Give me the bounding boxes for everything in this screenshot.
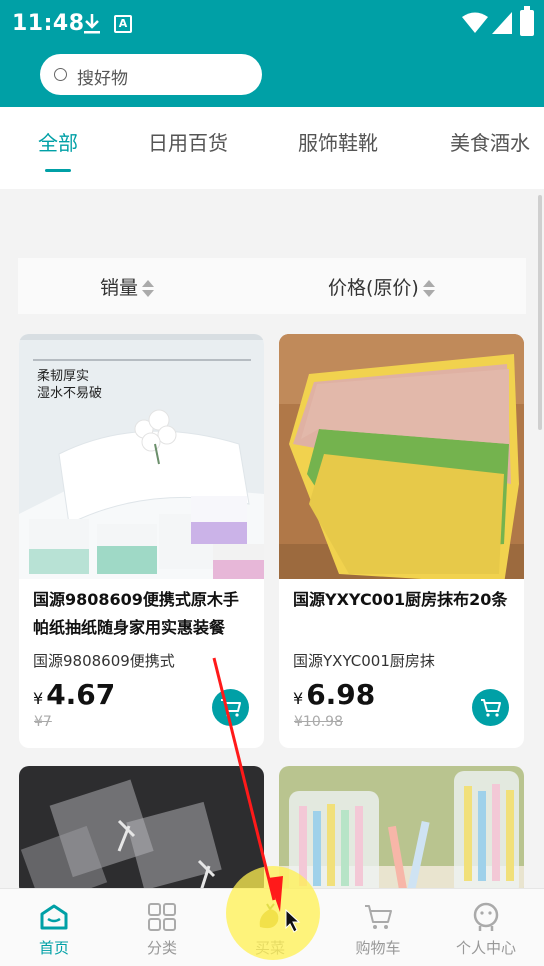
tab-food-drinks[interactable]: 美食酒水	[450, 127, 530, 156]
product-image: 柔韧厚实 湿水不易破	[19, 334, 264, 579]
product-price: ¥4.67	[33, 678, 115, 711]
sort-by-sales[interactable]: 销量	[100, 273, 155, 300]
image-caption-2: 湿水不易破	[37, 386, 102, 401]
sort-sales-label: 销量	[100, 277, 139, 299]
cart-icon	[365, 905, 392, 929]
profile-icon	[473, 902, 499, 931]
app-header: 11:48 A 搜好物	[0, 0, 544, 107]
download-icon	[84, 14, 100, 34]
nav-cart[interactable]: 购物车	[324, 889, 432, 966]
product-card[interactable]: 国源YXYC001厨房抹布20条 国源YXYC001厨房抹 ¥6.98 ¥10.…	[279, 334, 524, 748]
price-currency: ¥	[33, 689, 44, 708]
sort-arrows-icon	[422, 279, 435, 299]
price-currency: ¥	[293, 689, 304, 708]
add-to-cart-button[interactable]	[472, 689, 509, 726]
category-tabs: 全部 日用百货 服饰鞋靴 美食酒水	[0, 107, 544, 189]
tab-daily-goods[interactable]: 日用百货	[148, 127, 228, 156]
nav-home[interactable]: 首页	[0, 889, 108, 966]
product-original-price: ¥10.98	[294, 714, 343, 730]
battery-icon	[520, 6, 534, 36]
nav-label: 个人中心	[455, 939, 516, 957]
product-subtitle: 国源9808609便携式	[33, 652, 175, 670]
sort-arrows-icon	[142, 279, 155, 299]
image-caption-1: 柔韧厚实	[37, 369, 89, 384]
product-price: ¥6.98	[293, 678, 375, 711]
active-tab-indicator	[45, 169, 71, 172]
touch-indicator	[226, 866, 320, 960]
product-image	[19, 766, 264, 896]
add-to-cart-button[interactable]	[212, 689, 249, 726]
cart-icon	[481, 699, 501, 717]
sort-by-price[interactable]: 价格(原价)	[328, 273, 435, 300]
tab-all[interactable]: 全部	[38, 127, 78, 156]
product-card[interactable]	[279, 766, 524, 896]
sort-price-label: 价格(原价)	[328, 277, 419, 299]
product-original-price: ¥7	[34, 714, 52, 730]
product-image	[279, 334, 524, 579]
product-image	[279, 766, 524, 896]
home-icon	[40, 904, 68, 930]
sort-bar: 销量 价格(原价)	[18, 258, 526, 314]
price-value: 6.98	[306, 678, 376, 711]
category-icon	[148, 903, 176, 931]
product-card[interactable]	[19, 766, 264, 896]
product-title: 国源YXYC001厨房抹布20条	[293, 590, 508, 609]
status-bar: 11:48 A	[0, 0, 544, 48]
nav-category[interactable]: 分类	[108, 889, 216, 966]
signal-icon	[492, 12, 512, 34]
cart-icon	[221, 699, 241, 717]
product-title: 国源9808609便携式原木手帕纸抽纸随身家用实惠装餐巾...	[33, 590, 239, 637]
scrollbar[interactable]	[538, 195, 542, 430]
search-input[interactable]: 搜好物	[40, 54, 262, 95]
tab-apparel[interactable]: 服饰鞋靴	[298, 127, 378, 156]
product-card[interactable]: 柔韧厚实 湿水不易破 国源9808609便携式原木手帕纸抽纸随身家用实惠装餐巾.…	[19, 334, 264, 748]
search-placeholder: 搜好物	[77, 69, 128, 89]
nav-label: 首页	[38, 939, 69, 957]
text-a-icon: A	[114, 15, 132, 33]
price-value: 4.67	[46, 678, 116, 711]
nav-profile[interactable]: 个人中心	[432, 889, 540, 966]
product-subtitle: 国源YXYC001厨房抹	[293, 652, 435, 670]
wifi-icon	[462, 12, 488, 33]
search-icon	[54, 68, 67, 81]
nav-label: 购物车	[355, 939, 401, 957]
nav-label: 分类	[146, 939, 177, 957]
status-time: 11:48	[12, 11, 85, 36]
